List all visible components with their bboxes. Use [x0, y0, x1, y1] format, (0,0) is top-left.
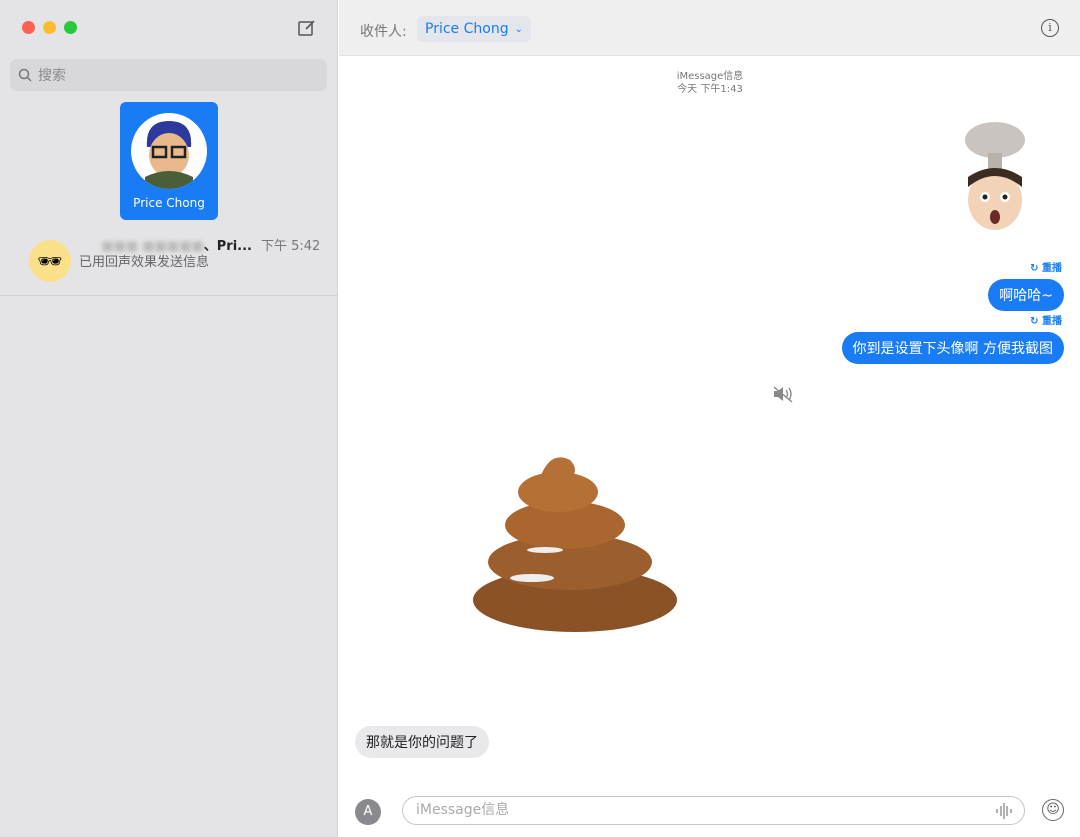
- service-label: iMessage信息: [676, 71, 744, 82]
- chat-meta: iMessage信息 今天 下午1:43: [560, 70, 860, 96]
- recipient-dropdown[interactable]: Price Chong ⌄: [417, 16, 531, 42]
- emoji-icon[interactable]: ☺: [1042, 799, 1064, 821]
- chat-header: 收件人: Price Chong ⌄ i: [339, 0, 1080, 56]
- sidebar: 搜索 Price Chong 🕶 ■■■ ■■■■■、Pri... 下午 5:4…: [0, 0, 338, 837]
- speaker-muted-icon[interactable]: [772, 385, 796, 403]
- pinned-conversation[interactable]: Price Chong: [120, 102, 218, 220]
- recipient-name: Price Chong: [425, 21, 509, 37]
- avatar: [131, 113, 207, 189]
- input-placeholder: iMessage信息: [416, 802, 510, 818]
- close-button[interactable]: [22, 21, 35, 34]
- message-bubble-sent: 你到是设置下头像啊 方便我截图: [841, 332, 1064, 364]
- message-input[interactable]: iMessage信息: [402, 796, 1025, 825]
- replay-button[interactable]: ↻ 重播: [1030, 312, 1062, 327]
- app-store-icon[interactable]: A: [355, 799, 381, 825]
- conversation-time: 下午 5:42: [261, 239, 321, 254]
- glasses-emoji-avatar: 🕶: [29, 240, 71, 282]
- message-bubble-received: 那就是你的问题了: [355, 726, 489, 758]
- search-icon: [18, 68, 32, 82]
- chevron-down-icon: ⌄: [514, 23, 523, 35]
- composer-bar: A iMessage信息 ☺: [339, 790, 1080, 837]
- conversation-preview: 已用回声效果发送信息: [79, 255, 210, 270]
- to-label: 收件人:: [360, 24, 407, 40]
- minimize-button[interactable]: [43, 21, 56, 34]
- conversation-item[interactable]: 🕶 ■■■ ■■■■■、Pri... 下午 5:42 已用回声效果发送信息: [0, 228, 338, 296]
- search-placeholder: 搜索: [38, 68, 66, 84]
- timestamp: 今天 下午1:43: [677, 84, 743, 95]
- poop-animoji[interactable]: [470, 450, 680, 635]
- zoom-button[interactable]: [64, 21, 77, 34]
- pinned-name: Price Chong: [133, 196, 205, 210]
- audio-waveform-icon[interactable]: [994, 802, 1014, 820]
- search-input[interactable]: 搜索: [10, 59, 327, 91]
- compose-icon[interactable]: [298, 19, 316, 37]
- message-bubble-sent: 啊哈哈~: [988, 279, 1064, 311]
- info-icon[interactable]: i: [1041, 19, 1059, 37]
- replay-button[interactable]: ↻ 重播: [1030, 259, 1062, 274]
- memoji-mind-blown[interactable]: [940, 115, 1050, 233]
